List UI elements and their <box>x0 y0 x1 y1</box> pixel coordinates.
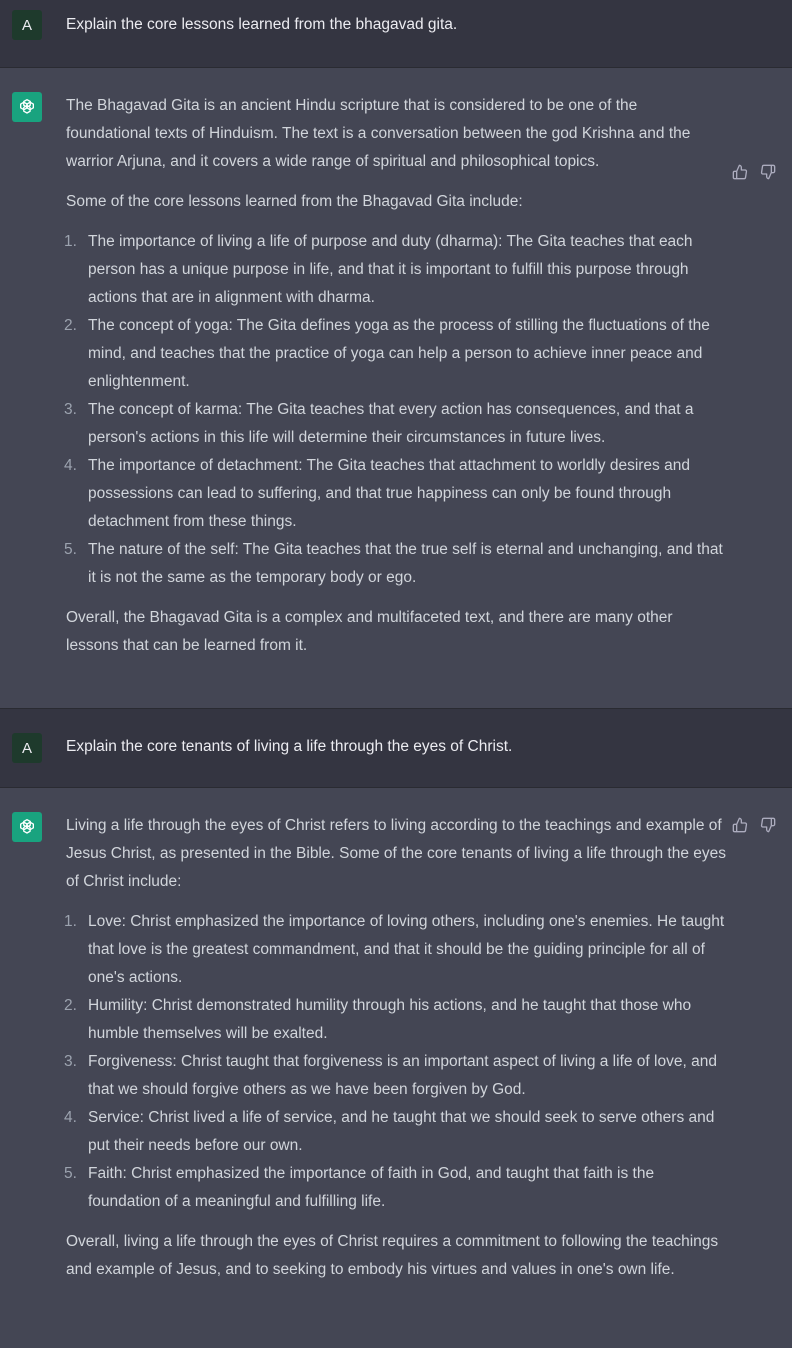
thumbs-down-icon <box>760 817 776 833</box>
list-item-text: The nature of the self: The Gita teaches… <box>88 541 723 586</box>
user-message: A Explain the core tenants of living a l… <box>0 709 792 788</box>
thumbs-down-button[interactable] <box>760 817 776 833</box>
list-number: 2. <box>64 317 77 334</box>
list-item-text: Service: Christ lived a life of service,… <box>88 1109 715 1154</box>
paragraph: Some of the core lessons learned from th… <box>66 193 523 210</box>
list-item-text: Forgiveness: Christ taught that forgiven… <box>88 1053 717 1098</box>
openai-logo-icon <box>20 819 34 834</box>
list-number: 4. <box>64 457 77 474</box>
thumbs-up-button[interactable] <box>732 164 748 180</box>
user-message-text: Explain the core lessons learned from th… <box>66 16 458 33</box>
paragraph: The Bhagavad Gita is an ancient Hindu sc… <box>66 97 691 170</box>
paragraph: Overall, the Bhagavad Gita is a complex … <box>66 609 673 654</box>
list-item: 2. The concept of yoga: The Gita defines … <box>64 312 726 396</box>
assistant-avatar <box>12 812 42 842</box>
list-number: 5. <box>64 541 77 558</box>
list-number: 5. <box>64 1165 77 1182</box>
user-message-text: Explain the core tenants of living a lif… <box>66 738 513 755</box>
paragraph: Overall, living a life through the eyes … <box>66 1233 719 1278</box>
paragraph: Living a life through the eyes of Christ… <box>66 817 726 890</box>
list-number: 3. <box>64 401 77 418</box>
list-item-text: Love: Christ emphasized the importance o… <box>88 913 725 986</box>
list-item: 2. Humility: Christ demonstrated humility… <box>64 992 726 1048</box>
user-message: A Explain the core lessons learned from … <box>0 0 792 68</box>
list-item-text: The importance of living a life of purpo… <box>88 233 693 306</box>
list-item-text: The concept of yoga: The Gita defines yo… <box>88 317 710 390</box>
thumbs-down-button[interactable] <box>760 164 776 180</box>
list-item: 1. The importance of living a life of pur… <box>64 228 726 312</box>
thumbs-down-icon <box>760 164 776 180</box>
assistant-message: Living a life through the eyes of Christ… <box>0 788 792 1348</box>
assistant-message: The Bhagavad Gita is an ancient Hindu sc… <box>0 68 792 709</box>
list-item: 3. The concept of karma: The Gita teaches… <box>64 396 726 452</box>
list-item: 3. Forgiveness: Christ taught that forgiv… <box>64 1048 726 1104</box>
list-number: 4. <box>64 1109 77 1126</box>
numbered-list: 1. Love: Christ emphasized the importance… <box>64 908 726 1216</box>
list-item-text: The importance of detachment: The Gita t… <box>88 457 690 530</box>
thumbs-up-icon <box>732 817 748 833</box>
feedback-buttons <box>732 817 776 833</box>
numbered-list: 1. The importance of living a life of pur… <box>64 228 726 592</box>
list-item: 1. Love: Christ emphasized the importance… <box>64 908 726 992</box>
list-item: 4. Service: Christ lived a life of servic… <box>64 1104 726 1160</box>
openai-logo-icon <box>20 99 34 114</box>
thumbs-up-button[interactable] <box>732 817 748 833</box>
feedback-buttons <box>732 164 776 180</box>
assistant-message-body: Living a life through the eyes of Christ… <box>64 812 726 1284</box>
list-number: 3. <box>64 1053 77 1070</box>
list-number: 2. <box>64 997 77 1014</box>
list-item-text: The concept of karma: The Gita teaches t… <box>88 401 694 446</box>
list-item: 5. The nature of the self: The Gita teach… <box>64 536 726 592</box>
list-number: 1. <box>64 913 77 930</box>
list-item-text: Humility: Christ demonstrated humility t… <box>88 997 692 1042</box>
user-avatar: A <box>12 733 42 763</box>
assistant-message-body: The Bhagavad Gita is an ancient Hindu sc… <box>64 92 726 660</box>
list-item-text: Faith: Christ emphasized the importance … <box>88 1165 655 1210</box>
list-item: 5. Faith: Christ emphasized the importanc… <box>64 1160 726 1216</box>
user-avatar: A <box>12 10 42 40</box>
thumbs-up-icon <box>732 164 748 180</box>
list-number: 1. <box>64 233 77 250</box>
list-item: 4. The importance of detachment: The Gita… <box>64 452 726 536</box>
assistant-avatar <box>12 92 42 122</box>
